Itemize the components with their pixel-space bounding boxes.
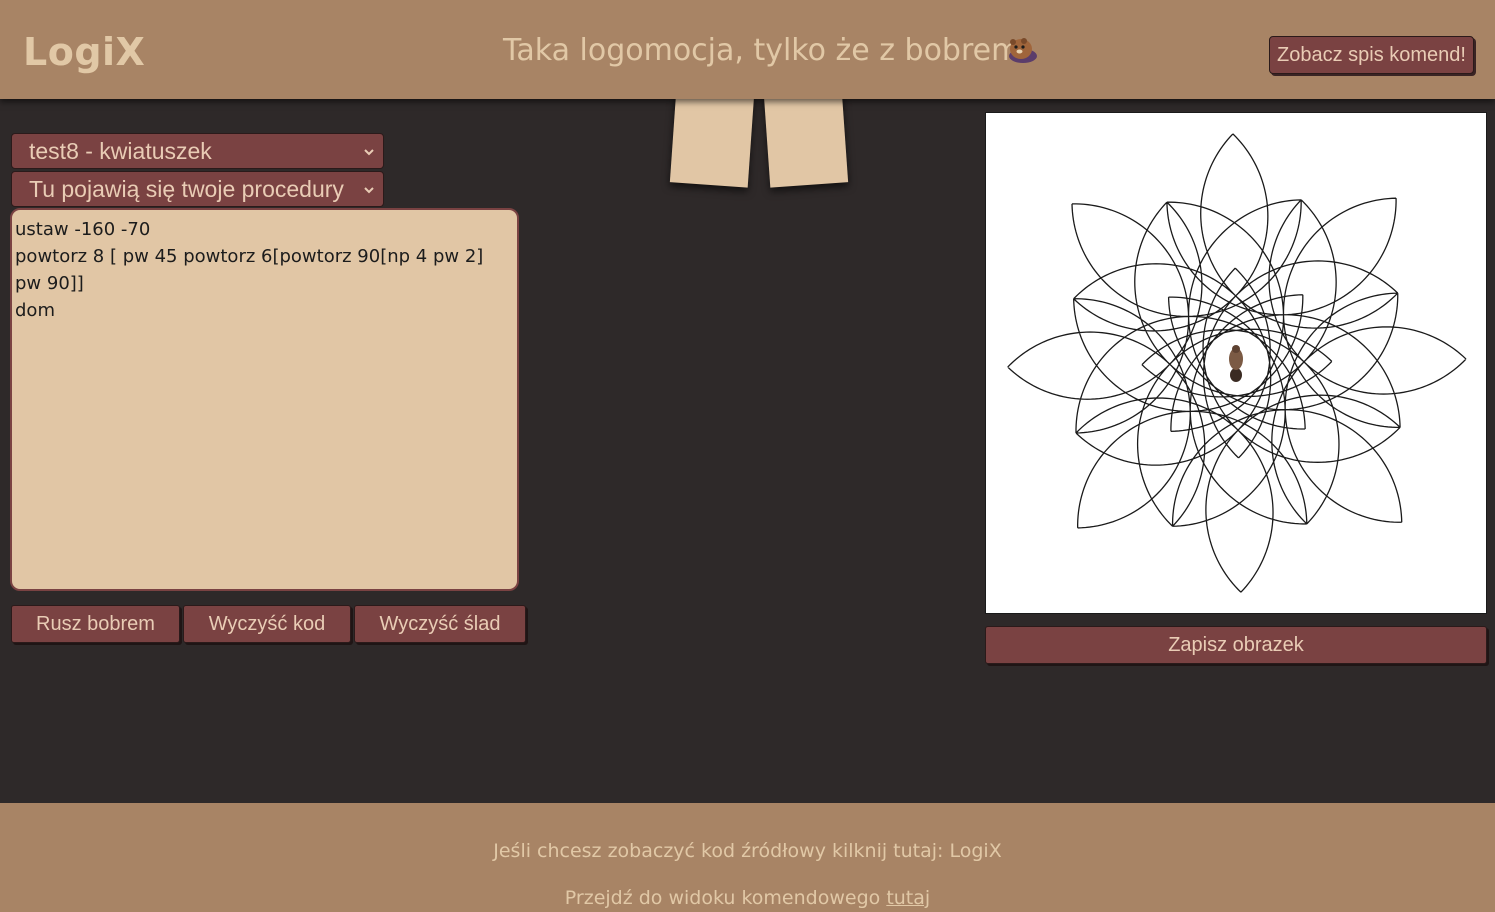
chevron-down-icon: [364, 187, 374, 194]
source-code-link[interactable]: LogiX: [950, 840, 1002, 862]
beaver-icon: [1009, 38, 1037, 63]
drawing-canvas[interactable]: [985, 112, 1487, 614]
save-image-button[interactable]: Zapisz obrazek: [985, 626, 1487, 664]
run-beaver-button[interactable]: Rusz bobrem: [11, 605, 180, 643]
command-view-link[interactable]: tutaj: [886, 887, 930, 909]
example-select-value: test8 - kwiatuszek: [29, 137, 212, 164]
example-select[interactable]: test8 - kwiatuszek: [11, 133, 384, 169]
chevron-down-icon: [364, 149, 374, 156]
command-view-text: Przejdź do widoku komendowego: [564, 887, 881, 909]
code-editor[interactable]: ustaw -160 -70 powtorz 8 [ pw 45 powtorz…: [10, 208, 519, 591]
tagline: Taka logomocja, tylko że z bobrem: [503, 33, 1021, 68]
ribbon-left: [669, 89, 755, 188]
clear-trail-button[interactable]: Wyczyść ślad: [354, 605, 526, 643]
procedures-select[interactable]: Tu pojawią się twoje procedury: [11, 171, 384, 207]
header: LogiX Taka logomocja, tylko że z bobrem …: [0, 0, 1495, 99]
flower-drawing: [1007, 133, 1467, 593]
footer: Jeśli chcesz zobaczyć kod źródłowy kilkn…: [0, 803, 1495, 912]
clear-code-button[interactable]: Wyczyść kod: [183, 605, 351, 643]
command-view-line: Przejdź do widoku komendowego tutaj: [0, 887, 1495, 909]
ribbon-right: [763, 89, 849, 188]
source-code-line: Jeśli chcesz zobaczyć kod źródłowy kilkn…: [0, 840, 1495, 862]
logo[interactable]: LogiX: [23, 30, 145, 74]
commands-list-button[interactable]: Zobacz spis komend!: [1269, 36, 1474, 74]
beaver-turtle-icon: [1229, 345, 1243, 382]
source-code-text: Jeśli chcesz zobaczyć kod źródłowy kilkn…: [493, 840, 944, 862]
procedures-select-value: Tu pojawią się twoje procedury: [29, 175, 344, 202]
